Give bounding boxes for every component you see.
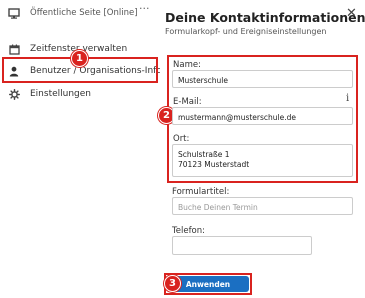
sidebar-item-label: Öffentliche Seite [Online] xyxy=(30,8,138,18)
sidebar-item-settings[interactable]: Einstellungen xyxy=(0,83,91,105)
gear-icon xyxy=(6,87,22,101)
name-field[interactable]: Musterschule xyxy=(172,70,353,88)
ort-field[interactable]: Schulstraße 1 70123 Musterstadt xyxy=(172,144,353,177)
formulartitel-label: Formulartitel: xyxy=(172,187,230,197)
name-label: Name: xyxy=(173,60,201,70)
calendar-icon xyxy=(6,42,22,56)
step-badge-3: 3 xyxy=(164,275,181,292)
telefon-label: Telefon: xyxy=(172,226,206,236)
email-field[interactable]: mustermann@musterschule.de xyxy=(172,107,353,125)
close-icon[interactable]: ✕ xyxy=(346,7,357,21)
monitor-icon xyxy=(6,6,22,20)
ort-label: Ort: xyxy=(173,134,190,144)
sidebar-item-label: Einstellungen xyxy=(30,89,92,99)
panel-title: Deine Kontaktinformationen xyxy=(165,10,365,25)
formulartitel-field[interactable]: Buche Deinen Termin xyxy=(172,197,353,215)
step-badge-1: 1 xyxy=(71,50,88,67)
info-icon[interactable]: i xyxy=(346,93,349,104)
telefon-field[interactable] xyxy=(172,236,312,255)
sidebar: Öffentliche Seite [Online] ··· Zeitfenst… xyxy=(0,0,175,298)
email-label: E-Mail: xyxy=(173,97,202,107)
more-options-icon[interactable]: ··· xyxy=(139,3,150,15)
sidebar-item-public-page[interactable]: Öffentliche Seite [Online] xyxy=(0,2,138,24)
panel-subtitle: Formularkopf- und Ereigniseinstellungen xyxy=(165,27,327,36)
